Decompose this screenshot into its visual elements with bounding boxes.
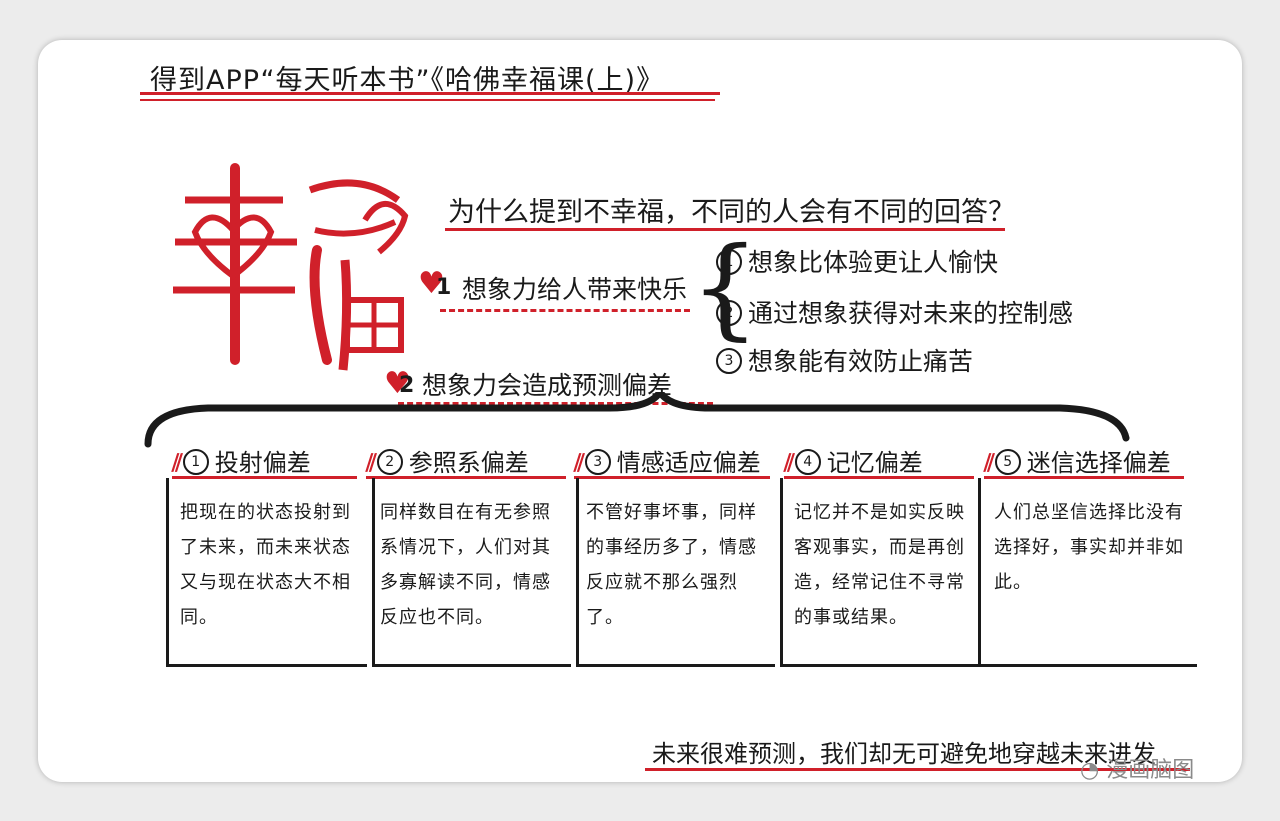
sub-point-1: 1 想象比体验更让人愉快 (716, 243, 998, 279)
slash-icon: ⫽ (366, 449, 377, 477)
slash-icon: ⫽ (984, 449, 995, 477)
bias-4-text: 记忆并不是如实反映客观事实，而是再创造，经常记住不寻常的事或结果。 (794, 502, 965, 628)
bias-1-text: 把现在的状态投射到了未来，而未来状态又与现在状态大不相同。 (180, 502, 351, 628)
sub-point-2: 2 通过想象获得对未来的控制感 (716, 294, 1073, 330)
bias-2-text: 同样数目在有无参照系情况下，人们对其多寡解读不同，情感反应也不同。 (380, 502, 551, 628)
point-1-text: 想象力给人带来快乐 (462, 275, 688, 304)
bias-title: 投射偏差 (214, 449, 311, 477)
bias-number: 1 (182, 449, 209, 475)
point-1-underline (440, 309, 690, 312)
bias-number: 4 (794, 449, 821, 475)
sub-point-number: 3 (716, 348, 742, 374)
sub-point-text: 想象比体验更让人愉快 (748, 248, 999, 277)
watermark: ◔ 漫画脑图 (1080, 752, 1194, 784)
slash-icon: ⫽ (172, 449, 183, 477)
chat-bubble-icon: ◔ (1080, 758, 1100, 783)
bias-5-text: 人们总坚信选择比没有选择好，事实却并非如此。 (994, 502, 1184, 593)
sub-point-text: 想象能有效防止痛苦 (748, 347, 974, 376)
bias-title: 情感适应偏差 (616, 449, 761, 477)
bias-number: 3 (584, 449, 611, 475)
bias-4-heading: ⫽ 4 记忆偏差 (784, 443, 923, 478)
bias-title: 参照系偏差 (408, 449, 529, 477)
sub-point-text: 通过想象获得对未来的控制感 (748, 299, 1074, 328)
bias-number: 2 (376, 449, 403, 475)
bias-title: 记忆偏差 (826, 449, 923, 477)
sub-point-number: 1 (716, 249, 742, 275)
sub-point-number: 2 (716, 300, 742, 326)
title-underline (140, 92, 720, 95)
slash-icon: ⫽ (574, 449, 585, 477)
bias-5-heading: ⫽ 5 迷信选择偏差 (984, 443, 1171, 478)
title-underline-2 (140, 99, 715, 101)
bias-3-text: 不管好事坏事，同样的事经历多了，情感反应就不那么强烈了。 (586, 502, 757, 628)
sub-point-3: 3 想象能有效防止痛苦 (716, 342, 973, 378)
bias-3-heading: ⫽ 3 情感适应偏差 (574, 443, 761, 478)
slash-icon: ⫽ (784, 449, 795, 477)
bias-title: 迷信选择偏差 (1026, 449, 1171, 477)
watermark-text: 漫画脑图 (1106, 758, 1195, 783)
point-number: 1 (436, 275, 452, 300)
bias-2-heading: ⫽ 2 参照系偏差 (366, 443, 529, 478)
bias-1-heading: ⫽ 1 投射偏差 (172, 443, 311, 478)
bias-number: 5 (994, 449, 1021, 475)
